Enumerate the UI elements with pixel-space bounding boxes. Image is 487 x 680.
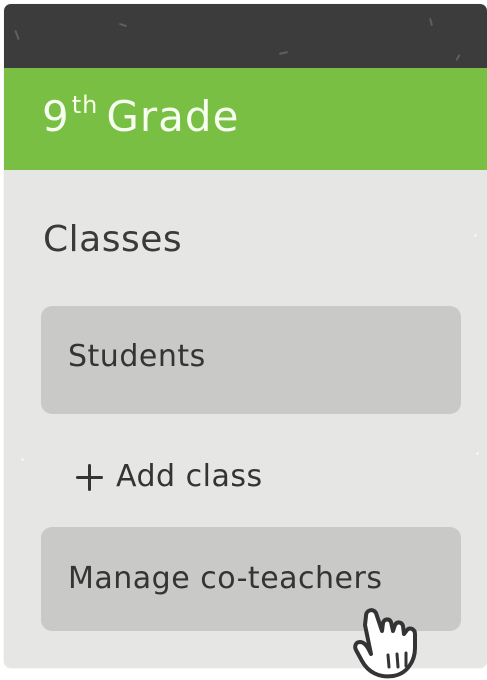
chalk-texture-mark [428,17,434,27]
grade-header: 9th Grade [4,68,487,170]
classes-heading: Classes [43,219,183,260]
manage-coteachers-button[interactable]: Manage co-teachers [41,527,461,631]
manage-coteachers-label: Manage co-teachers [68,561,383,596]
class-menu-panel: 9th Grade Classes Students Add class Mana… [4,4,487,668]
grade-ordinal-suffix: th [71,91,99,119]
add-class-label: Add class [116,459,263,494]
grade-label: Grade [106,92,240,141]
grade-title: 9th Grade [42,93,239,138]
chalk-dust-dot [474,234,477,237]
chalk-texture-mark [14,29,20,41]
grade-number: 9 [42,92,70,141]
plus-icon [76,463,103,491]
chalk-texture-mark [278,51,289,55]
students-button[interactable]: Students [41,306,461,414]
students-label: Students [68,339,206,374]
chalk-dust-dot [21,458,24,461]
chalk-texture-mark [455,53,461,62]
chalk-dust-dot [476,452,479,455]
dark-top-bar [4,4,487,68]
add-class-button[interactable]: Add class [76,453,263,501]
chalk-texture-mark [118,22,128,28]
